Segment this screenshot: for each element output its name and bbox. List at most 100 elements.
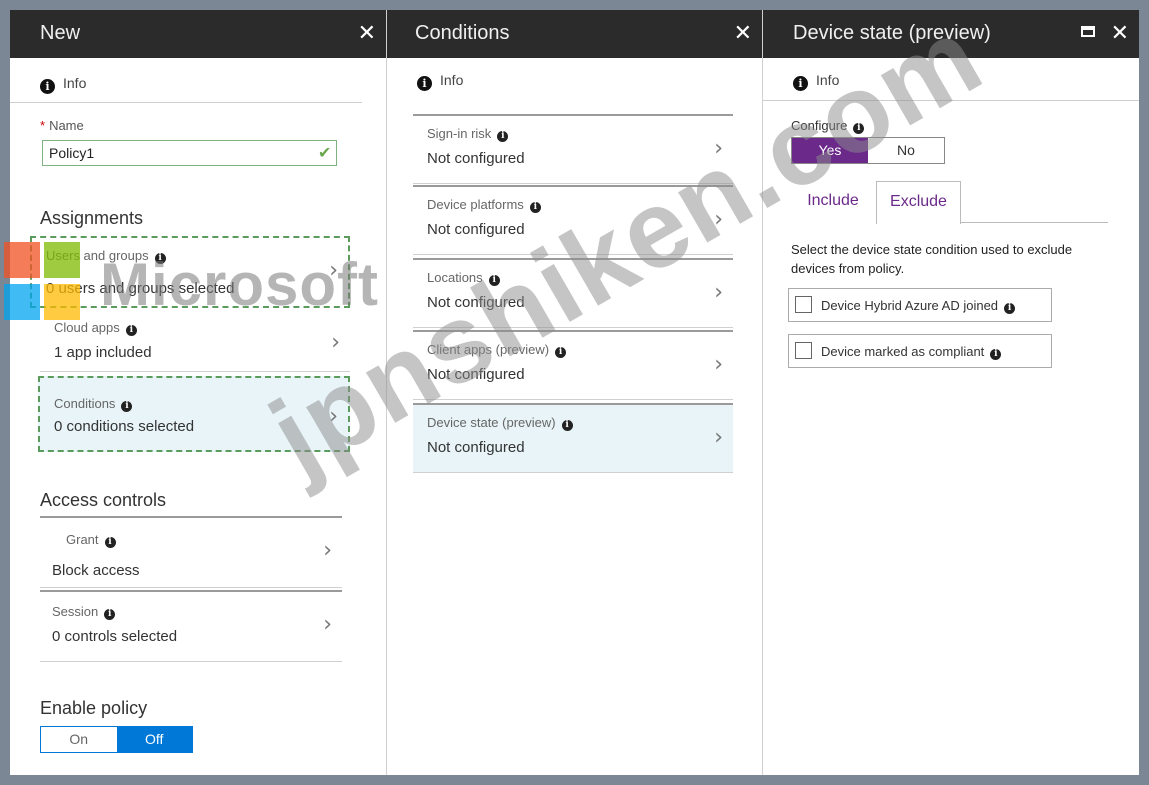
condition-label: Device state (preview) i	[427, 415, 573, 431]
info-icon: i	[793, 76, 808, 91]
configure-toggle[interactable]: Yes No	[791, 137, 945, 164]
info-icon: i	[488, 275, 500, 286]
close-icon[interactable]: ✕	[1111, 20, 1129, 46]
chevron-right-icon: ›	[714, 352, 723, 377]
chevron-right-icon: ›	[323, 612, 332, 637]
info-icon: i	[497, 131, 509, 142]
info-icon: i	[125, 325, 137, 336]
info-icon: i	[154, 253, 166, 264]
checkmark-icon: ✔	[318, 145, 332, 162]
users-and-groups-item[interactable]: Users and groups i 0 users and groups sel…	[30, 236, 350, 308]
condition-item[interactable]: Sign-in risk i Not configured ›	[413, 114, 733, 184]
enable-policy-heading: Enable policy	[40, 698, 148, 718]
condition-item[interactable]: Client apps (preview) i Not configured ›	[413, 330, 733, 400]
conditions-value: 0 conditions selected	[54, 418, 195, 435]
blade-header: New ✕	[10, 10, 386, 58]
portal-frame: New ✕ i Info *Name ✔ Assignments Users an…	[10, 10, 1139, 775]
condition-value: Not configured	[427, 221, 525, 238]
assignments-heading: Assignments	[40, 208, 144, 228]
info-icon: i	[40, 79, 55, 94]
conditions-label: Conditions i	[54, 396, 133, 412]
condition-label: Client apps (preview) i	[427, 342, 567, 358]
info-icon: i	[990, 349, 1002, 360]
chevron-right-icon: ›	[714, 280, 723, 305]
divider	[10, 102, 362, 103]
info-icon: i	[529, 202, 541, 213]
divider	[763, 100, 1139, 101]
info-icon: i	[1004, 303, 1016, 314]
users-label: Users and groups i	[46, 248, 166, 264]
required-marker: *	[40, 118, 46, 133]
info-label: Info	[816, 72, 840, 88]
blade-title: Conditions	[415, 22, 510, 44]
device-state-blade: Device state (preview) ✕ i Info Configure…	[763, 10, 1139, 775]
tab-baseline	[943, 222, 1108, 223]
tab-include[interactable]: Include	[793, 192, 873, 222]
info-icon: i	[417, 76, 432, 91]
condition-item[interactable]: Locations i Not configured ›	[413, 258, 733, 328]
toggle-off-option[interactable]: Off	[116, 727, 192, 752]
condition-value: Not configured	[427, 150, 525, 167]
tab-exclude[interactable]: Exclude	[876, 181, 961, 224]
enable-policy-toggle[interactable]: On Off	[40, 726, 193, 753]
marked-as-compliant-option[interactable]: Device marked as compliant i	[788, 334, 1052, 368]
configure-yes-option[interactable]: Yes	[792, 138, 868, 163]
info-icon: i	[104, 537, 116, 548]
conditions-blade: Conditions ✕ i Info Sign-in risk i Not conf…	[387, 10, 763, 775]
blade-header: Device state (preview) ✕	[763, 10, 1139, 58]
info-icon: i	[121, 401, 133, 412]
session-item[interactable]: Session i 0 controls selected ›	[40, 590, 342, 662]
close-icon[interactable]: ✕	[734, 20, 752, 46]
maximize-icon[interactable]	[1081, 26, 1095, 37]
hybrid-azure-ad-joined-option[interactable]: Device Hybrid Azure AD joined i	[788, 288, 1052, 322]
condition-label: Sign-in risk i	[427, 126, 509, 142]
blade-title: New	[40, 22, 81, 44]
session-label: Session i	[52, 604, 116, 620]
toggle-on-option[interactable]: On	[41, 727, 117, 752]
grant-label: Grant i	[66, 532, 116, 548]
blade-title: Device state (preview)	[793, 22, 991, 44]
condition-value: Not configured	[427, 439, 525, 456]
checkbox[interactable]	[795, 296, 812, 313]
chevron-right-icon: ›	[323, 538, 332, 563]
name-field[interactable]	[42, 140, 337, 166]
chevron-right-icon: ›	[714, 207, 723, 232]
users-value: 0 users and groups selected	[46, 280, 235, 297]
info-icon: i	[561, 420, 573, 431]
grant-value: Block access	[52, 562, 140, 579]
chevron-right-icon: ›	[329, 404, 338, 429]
condition-item[interactable]: Device platforms i Not configured ›	[413, 185, 733, 255]
info-label: Info	[63, 75, 87, 91]
info-link[interactable]: i Info	[417, 72, 463, 91]
blade-header: Conditions ✕	[387, 10, 762, 58]
condition-item[interactable]: Device state (preview) i Not configured ›	[413, 403, 733, 473]
close-icon[interactable]: ✕	[358, 20, 376, 46]
name-label: * Name	[40, 118, 84, 133]
grant-item[interactable]: Grant i Block access ›	[40, 516, 342, 588]
session-value: 0 controls selected	[52, 628, 178, 645]
info-icon: i	[104, 609, 116, 620]
access-controls-heading: Access controls	[40, 490, 167, 510]
conditions-item[interactable]: Conditions i 0 conditions selected ›	[38, 376, 350, 452]
checkbox[interactable]	[795, 342, 812, 359]
condition-label: Device platforms i	[427, 197, 541, 213]
new-policy-blade: New ✕ i Info *Name ✔ Assignments Users an…	[10, 10, 387, 775]
cloud-apps-item[interactable]: Cloud apps i 1 app included ›	[40, 310, 350, 372]
info-link[interactable]: i Info	[40, 75, 86, 94]
info-label: Info	[440, 72, 464, 88]
cloud-apps-value: 1 app included	[54, 344, 152, 361]
cloud-apps-label: Cloud apps i	[54, 320, 137, 336]
chevron-right-icon: ›	[331, 330, 340, 355]
condition-value: Not configured	[427, 294, 525, 311]
info-icon: i	[853, 123, 865, 134]
configure-no-option[interactable]: No	[868, 138, 944, 163]
exclude-description: Select the device state condition used t…	[791, 242, 1073, 276]
condition-value: Not configured	[427, 366, 525, 383]
configure-label: Configure i	[791, 118, 865, 134]
info-icon: i	[555, 347, 567, 358]
chevron-right-icon: ›	[329, 258, 338, 283]
chevron-right-icon: ›	[714, 136, 723, 161]
condition-label: Locations i	[427, 270, 500, 286]
info-link[interactable]: i Info	[793, 72, 839, 91]
chevron-right-icon: ›	[714, 425, 723, 450]
